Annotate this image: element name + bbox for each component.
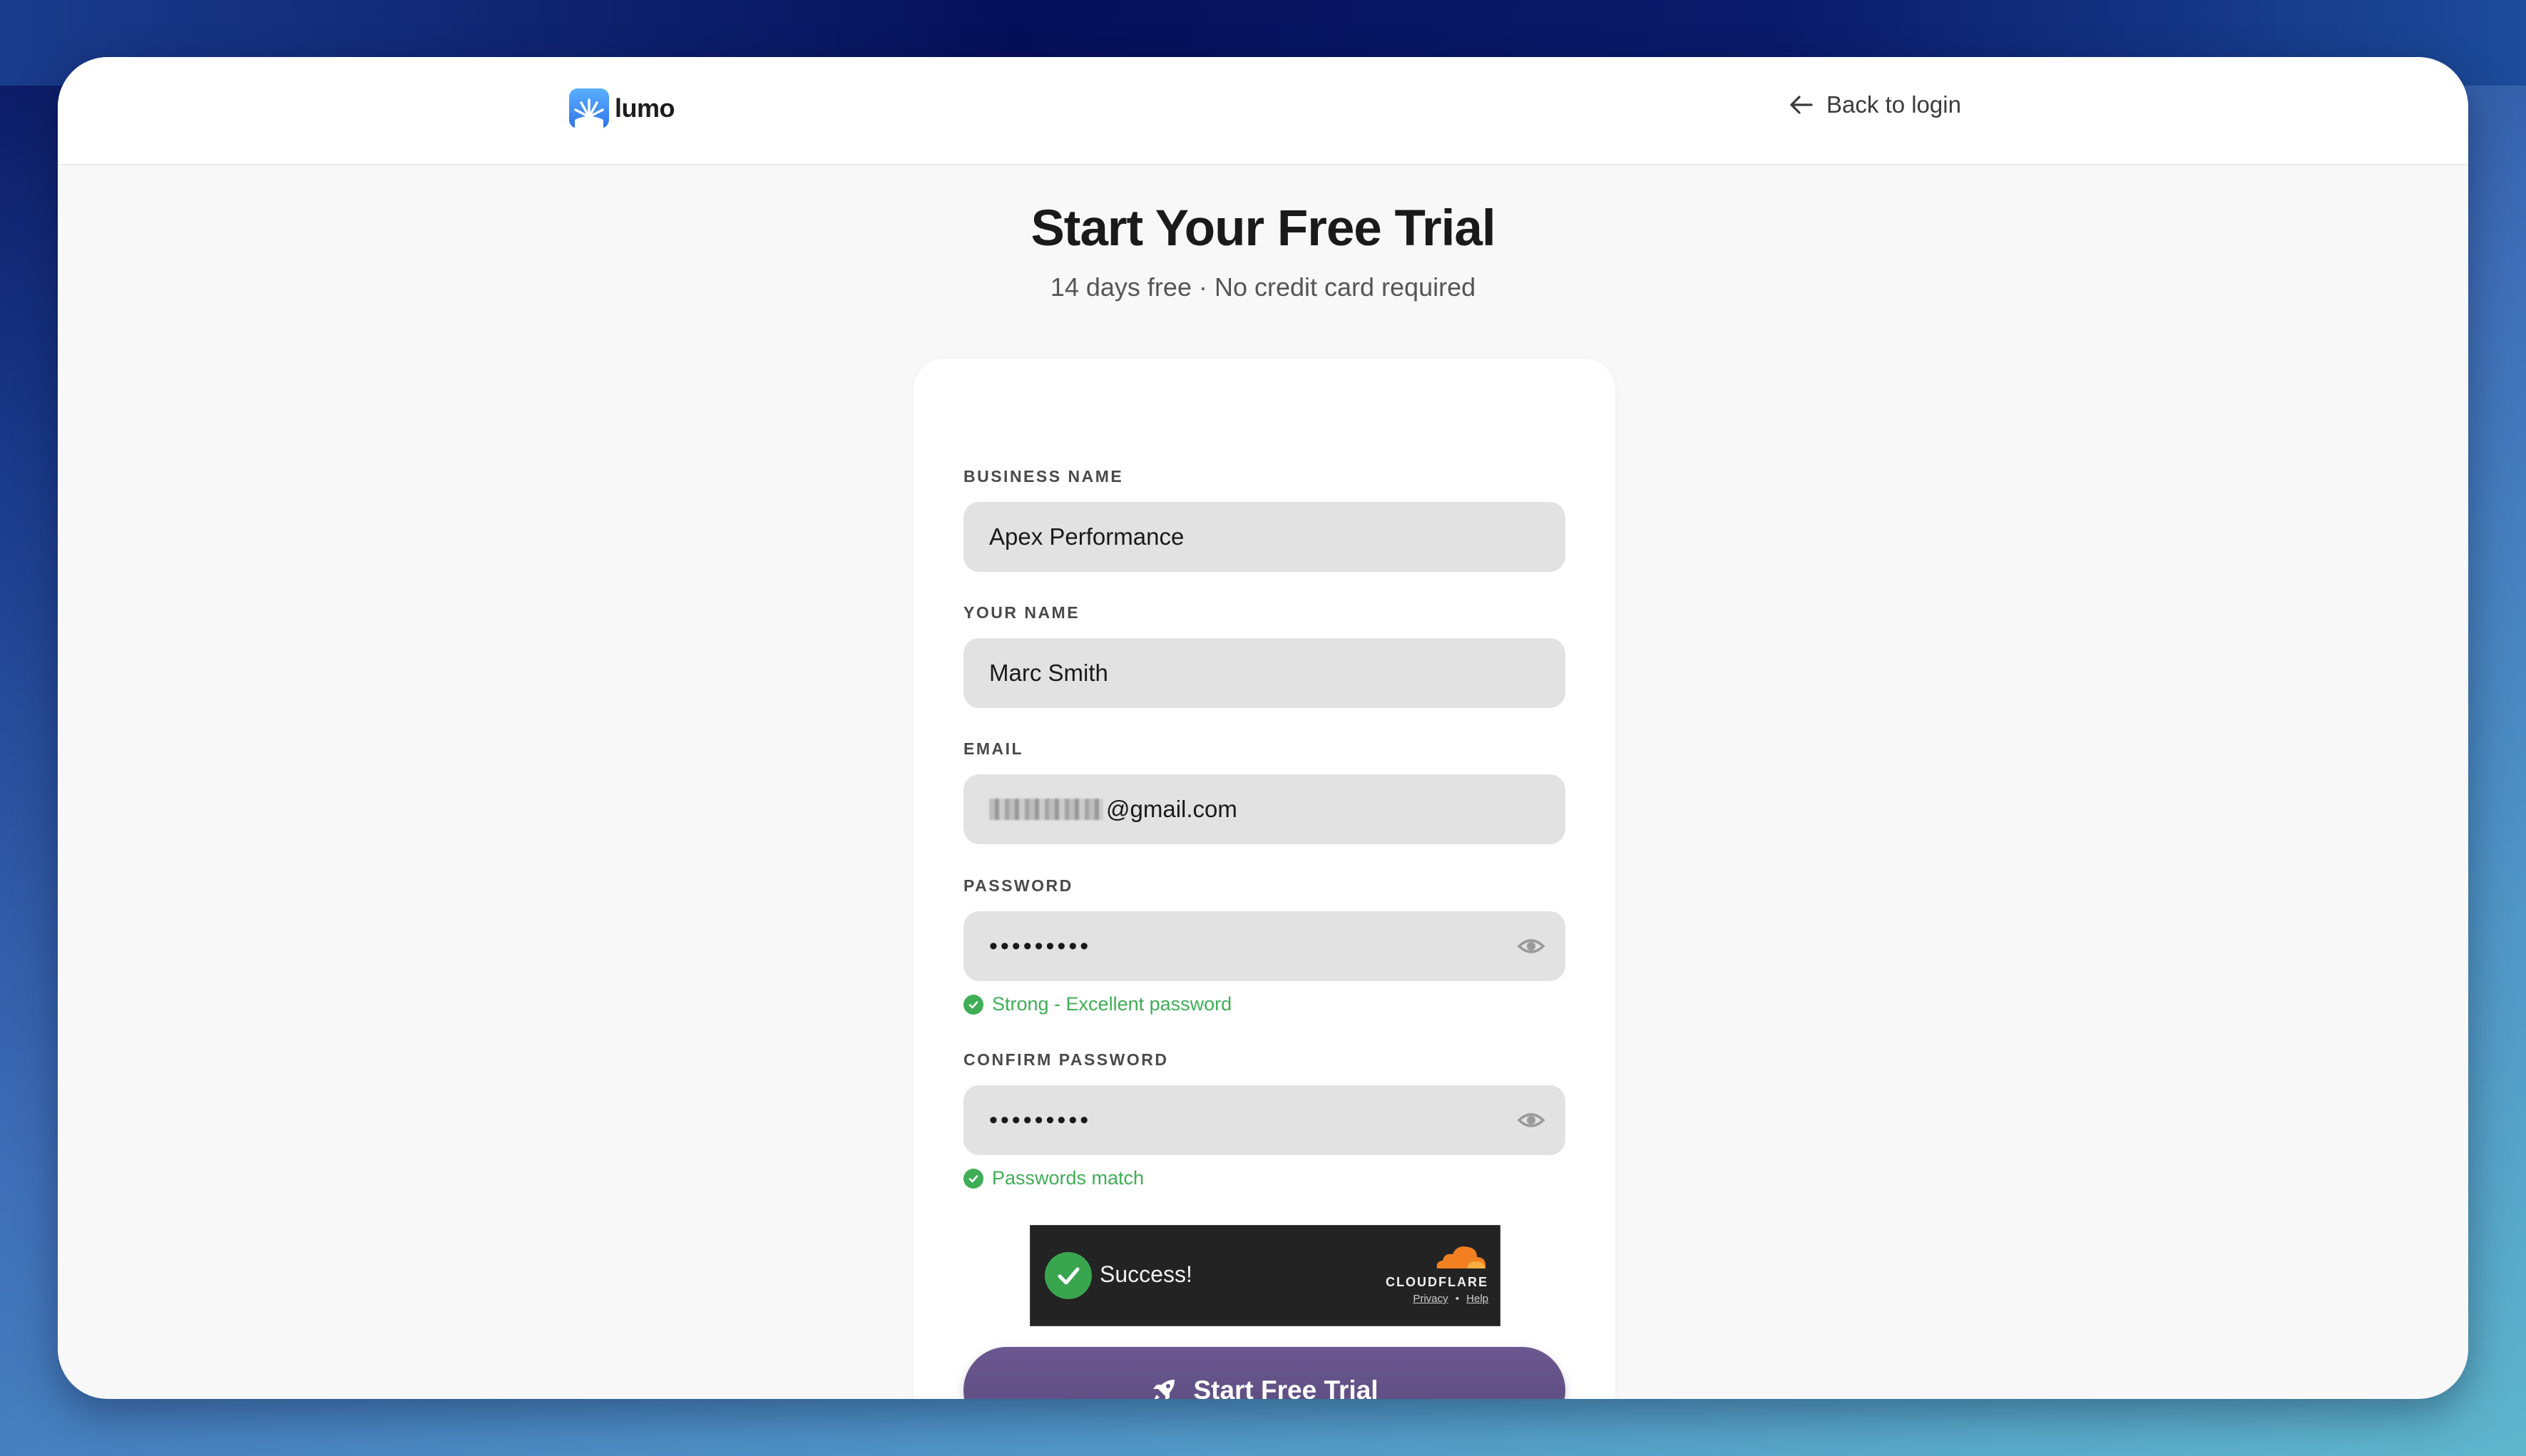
confirm-password-label: CONFIRM PASSWORD	[963, 1050, 1169, 1069]
password-match-text: Passwords match	[992, 1167, 1145, 1189]
cloudflare-cloud-icon	[1436, 1246, 1486, 1268]
page-title: Start Your Free Trial	[1031, 200, 1495, 257]
captcha-help-link[interactable]: Help	[1466, 1293, 1488, 1305]
browser-window: lumo Back to login Start Your Free Trial…	[58, 57, 2468, 1399]
eye-icon[interactable]	[1517, 1107, 1545, 1134]
cloudflare-branding: CLOUDFLARE Privacy • Help	[1360, 1241, 1488, 1305]
check-circle-icon	[963, 1168, 983, 1189]
password-match-hint: Passwords match	[963, 1167, 1144, 1189]
your-name-value: Marc Smith	[989, 660, 1108, 686]
captcha-links-separator: •	[1455, 1293, 1459, 1305]
your-name-input[interactable]: Marc Smith	[963, 638, 1565, 708]
confirm-password-value: •••••••••	[989, 1106, 1092, 1134]
start-free-trial-button[interactable]: Start Free Trial	[963, 1347, 1565, 1399]
password-strength-hint: Strong - Excellent password	[963, 993, 1232, 1015]
eye-icon[interactable]	[1517, 933, 1545, 960]
email-label: EMAIL	[963, 739, 1024, 758]
start-free-trial-label: Start Free Trial	[1193, 1375, 1379, 1399]
arrow-left-icon	[1790, 96, 1813, 114]
confirm-password-input[interactable]: •••••••••	[963, 1085, 1565, 1155]
top-header: lumo Back to login	[58, 57, 2468, 165]
logo-mark-icon	[569, 88, 609, 128]
check-circle-icon	[1045, 1252, 1092, 1299]
captcha-status: Success!	[1100, 1261, 1192, 1287]
business-name-input[interactable]: Apex Performance	[963, 502, 1565, 572]
password-label: PASSWORD	[963, 876, 1073, 895]
your-name-label: YOUR NAME	[963, 603, 1080, 622]
page-subtitle: 14 days free · No credit card required	[1050, 272, 1476, 302]
brand-name: lumo	[615, 93, 675, 123]
cloudflare-wordmark: CLOUDFLARE	[1386, 1275, 1488, 1289]
captcha-links: Privacy • Help	[1360, 1293, 1488, 1305]
business-name-label: BUSINESS NAME	[963, 467, 1124, 486]
email-value: @gmail.com	[1106, 796, 1237, 822]
brand-logo[interactable]: lumo	[569, 88, 675, 128]
signup-form-card: BUSINESS NAME Apex Performance YOUR NAME…	[914, 359, 1615, 1399]
password-value: •••••••••	[989, 932, 1092, 960]
cloudflare-turnstile-widget[interactable]: Success! CLOUDFLARE Privacy • Help	[1030, 1225, 1500, 1326]
email-input[interactable]: @gmail.com	[963, 774, 1565, 844]
password-strength-text: Strong - Excellent password	[992, 993, 1232, 1015]
business-name-value: Apex Performance	[989, 523, 1185, 550]
back-to-login-label: Back to login	[1826, 91, 1961, 118]
redacted-email-username	[989, 799, 1103, 820]
back-to-login-link[interactable]: Back to login	[1789, 91, 1961, 118]
check-circle-icon	[963, 994, 983, 1015]
rocket-icon	[1153, 1380, 1175, 1399]
password-input[interactable]: •••••••••	[963, 911, 1565, 981]
captcha-privacy-link[interactable]: Privacy	[1413, 1293, 1448, 1305]
